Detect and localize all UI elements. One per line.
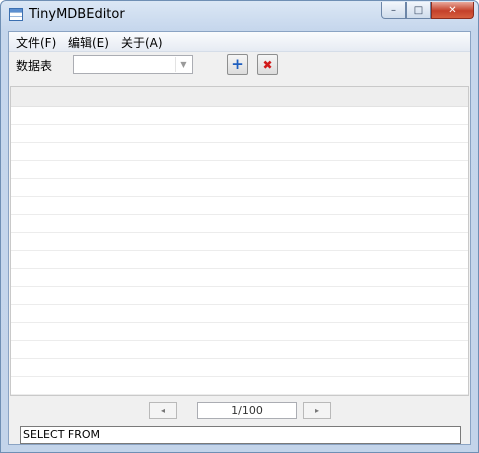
close-button[interactable]: ✕ (431, 2, 474, 19)
page-indicator[interactable]: 1/100 (197, 402, 297, 419)
chevron-left-icon: ◂ (160, 406, 165, 415)
client-area: 文件(F) 编辑(E) 关于(A) 数据表 ▼ + ✖ ◂ 1/100 ▸ SE… (8, 31, 471, 445)
prev-page-button[interactable]: ◂ (149, 402, 177, 419)
data-grid[interactable] (10, 86, 469, 396)
window-controls: – □ ✕ (381, 2, 474, 19)
menu-bar: 文件(F) 编辑(E) 关于(A) (9, 32, 470, 52)
maximize-icon: □ (413, 4, 424, 16)
chevron-down-icon[interactable]: ▼ (175, 57, 191, 72)
window-title: TinyMDBEditor (29, 7, 125, 22)
delete-icon: ✖ (262, 57, 273, 72)
chevron-right-icon: ▸ (314, 406, 319, 415)
next-page-button[interactable]: ▸ (303, 402, 331, 419)
sql-input[interactable]: SELECT FROM (20, 426, 461, 444)
add-table-button[interactable]: + (227, 54, 248, 75)
minimize-button[interactable]: – (381, 2, 406, 19)
menu-file[interactable]: 文件(F) (13, 34, 59, 51)
close-icon: ✕ (448, 4, 457, 16)
menu-edit[interactable]: 编辑(E) (65, 34, 112, 51)
app-window: TinyMDBEditor – □ ✕ 文件(F) 编辑(E) 关于(A) 数据… (0, 0, 479, 453)
delete-table-button[interactable]: ✖ (257, 54, 278, 75)
grid-header (11, 87, 468, 107)
table-icon (9, 8, 23, 21)
menu-about[interactable]: 关于(A) (118, 34, 166, 51)
table-select[interactable]: ▼ (73, 55, 193, 74)
title-bar[interactable]: TinyMDBEditor – □ ✕ (1, 1, 478, 31)
minimize-icon: – (391, 4, 396, 16)
maximize-button[interactable]: □ (406, 2, 431, 19)
table-label: 数据表 (16, 59, 53, 73)
plus-icon: + (231, 55, 244, 73)
grid-rows (11, 107, 468, 395)
